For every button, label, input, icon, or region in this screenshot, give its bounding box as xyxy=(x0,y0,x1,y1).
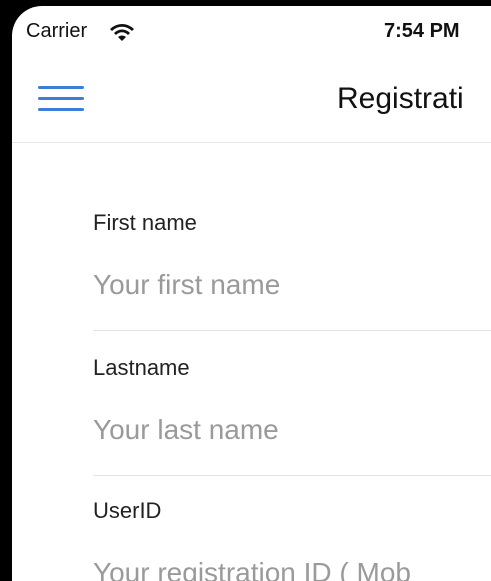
last-name-input[interactable] xyxy=(93,410,491,450)
user-id-label: UserID xyxy=(93,498,162,523)
page-title: Registrati xyxy=(337,82,464,115)
divider xyxy=(93,475,491,476)
hamburger-menu-icon[interactable] xyxy=(38,86,84,116)
phone-screen: Carrier 7:54 PM Registrati First name La… xyxy=(12,6,491,581)
wifi-icon xyxy=(110,24,134,41)
navigation-bar: Registrati xyxy=(12,56,491,143)
divider xyxy=(93,330,491,331)
carrier-label: Carrier xyxy=(26,20,88,42)
first-name-input[interactable] xyxy=(93,265,491,305)
status-bar: Carrier 7:54 PM xyxy=(12,6,491,56)
first-name-label: First name xyxy=(93,210,197,235)
last-name-label: Lastname xyxy=(93,355,190,380)
user-id-input[interactable] xyxy=(93,553,491,581)
status-time: 7:54 PM xyxy=(384,20,460,42)
